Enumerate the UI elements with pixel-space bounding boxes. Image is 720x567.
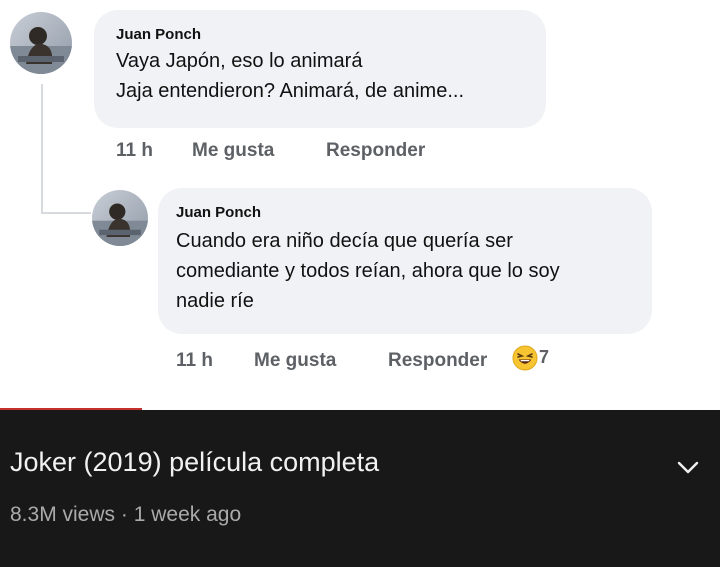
reaction-summary[interactable]: 7	[512, 345, 550, 373]
comment-bubble: Juan Ponch Vaya Japón, eso lo animará Ja…	[94, 10, 546, 128]
video-title[interactable]: Joker (2019) película completa	[10, 447, 379, 478]
avatar[interactable]	[10, 12, 72, 74]
comment-line: comediante y todos reían, ahora que lo s…	[176, 260, 560, 282]
comments-section: Juan Ponch Vaya Japón, eso lo animará Ja…	[0, 0, 720, 410]
profile-photo-icon	[10, 27, 72, 74]
thread-connector-horizontal	[41, 212, 91, 214]
reply-button[interactable]: Responder	[388, 350, 487, 372]
comment-line: Vaya Japón, eso lo animará	[116, 50, 363, 72]
reaction-count: 7	[539, 347, 550, 367]
comment-text: Cuando era niño decía que quería ser com…	[176, 226, 560, 316]
comment-bubble: Juan Ponch Cuando era niño decía que que…	[158, 188, 652, 334]
comment-timestamp: 11 h	[176, 350, 213, 371]
thread-connector-vertical	[41, 84, 43, 214]
like-button[interactable]: Me gusta	[192, 140, 274, 162]
comment-author[interactable]: Juan Ponch	[116, 26, 201, 43]
upload-age: 1 week ago	[133, 503, 242, 526]
comment-line: Cuando era niño decía que quería ser	[176, 230, 513, 252]
meta-separator: ·	[120, 503, 128, 526]
video-metadata: 8.3M views · 1 week ago	[10, 503, 241, 527]
comment-line: Jaja entendieron? Animará, de anime...	[116, 80, 464, 102]
like-button[interactable]: Me gusta	[254, 350, 336, 372]
comment-timestamp: 11 h	[116, 140, 153, 161]
video-info-bar	[0, 410, 720, 567]
reply-button[interactable]: Responder	[326, 140, 425, 162]
view-count: 8.3M views	[10, 503, 116, 526]
profile-photo-icon	[92, 203, 148, 246]
comment-author[interactable]: Juan Ponch	[176, 204, 261, 221]
comment-text: Vaya Japón, eso lo animará Jaja entendie…	[116, 46, 464, 106]
avatar[interactable]	[92, 190, 148, 246]
comment-line: nadie ríe	[176, 290, 254, 312]
laughing-face-icon	[512, 345, 538, 371]
chevron-down-icon[interactable]	[672, 452, 704, 484]
